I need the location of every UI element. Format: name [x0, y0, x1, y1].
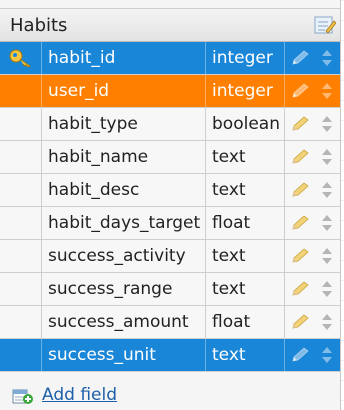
field-key-cell — [0, 42, 42, 74]
move-field-handle[interactable] — [315, 174, 340, 206]
edit-field-button[interactable] — [285, 174, 315, 206]
pencil-icon — [292, 149, 309, 164]
up-down-arrows-icon — [322, 248, 332, 264]
field-row[interactable]: user_id integer — [0, 75, 340, 108]
field-row[interactable]: habit_name text — [0, 141, 340, 174]
field-key-cell — [0, 108, 42, 140]
edit-field-button[interactable] — [285, 306, 315, 338]
up-down-arrows-icon — [322, 347, 332, 363]
field-type[interactable]: text — [206, 174, 285, 206]
field-key-cell — [0, 174, 42, 206]
field-row[interactable]: success_range text — [0, 273, 340, 306]
move-field-handle[interactable] — [315, 207, 340, 239]
table-title: Habits — [10, 15, 68, 36]
pencil-icon — [292, 182, 309, 197]
field-key-cell — [0, 207, 42, 239]
move-field-handle[interactable] — [315, 75, 340, 107]
up-down-arrows-icon — [322, 149, 332, 165]
edit-field-button[interactable] — [285, 339, 315, 371]
up-down-arrows-icon — [322, 215, 332, 231]
field-type[interactable]: text — [206, 273, 285, 305]
field-name[interactable]: success_amount — [42, 306, 206, 338]
field-type[interactable]: text — [206, 141, 285, 173]
field-name[interactable]: habit_name — [42, 141, 206, 173]
edit-field-button[interactable] — [285, 141, 315, 173]
field-row[interactable]: success_unit text — [0, 339, 340, 372]
field-type[interactable]: float — [206, 207, 285, 239]
field-name[interactable]: habit_days_target — [42, 207, 206, 239]
move-field-handle[interactable] — [315, 108, 340, 140]
field-key-cell — [0, 75, 42, 107]
field-type[interactable]: text — [206, 240, 285, 272]
pencil-icon — [292, 215, 309, 230]
pencil-icon — [292, 248, 309, 263]
table-card: Habits habit_id integer user_id integer habi… — [0, 0, 341, 410]
move-field-handle[interactable] — [315, 42, 340, 74]
field-row[interactable]: habit_id integer — [0, 42, 340, 75]
move-field-handle[interactable] — [315, 240, 340, 272]
add-field-icon — [12, 389, 33, 404]
up-down-arrows-icon — [322, 314, 332, 330]
field-key-cell — [0, 306, 42, 338]
field-type[interactable]: float — [206, 306, 285, 338]
field-list: habit_id integer user_id integer habit_type b… — [0, 42, 340, 372]
pencil-icon — [292, 281, 309, 296]
pencil-icon — [292, 50, 309, 65]
add-field-label: Add field — [42, 385, 117, 405]
up-down-arrows-icon — [322, 182, 332, 198]
move-field-handle[interactable] — [315, 306, 340, 338]
field-row[interactable]: success_activity text — [0, 240, 340, 273]
move-field-handle[interactable] — [315, 141, 340, 173]
edit-field-button[interactable] — [285, 273, 315, 305]
table-title-bar[interactable]: Habits — [0, 8, 340, 42]
up-down-arrows-icon — [322, 50, 332, 66]
field-type[interactable]: integer — [206, 42, 285, 74]
move-field-handle[interactable] — [315, 339, 340, 371]
up-down-arrows-icon — [322, 116, 332, 132]
pencil-icon — [292, 83, 309, 98]
edit-table-icon[interactable] — [314, 15, 336, 35]
field-key-cell — [0, 141, 42, 173]
up-down-arrows-icon — [322, 83, 332, 99]
field-name[interactable]: user_id — [42, 75, 206, 107]
edit-field-button[interactable] — [285, 207, 315, 239]
field-name[interactable]: habit_type — [42, 108, 206, 140]
field-key-cell — [0, 339, 42, 371]
pencil-icon — [292, 347, 309, 362]
edit-field-button[interactable] — [285, 240, 315, 272]
field-type[interactable]: text — [206, 339, 285, 371]
edit-field-button[interactable] — [285, 75, 315, 107]
field-row[interactable]: habit_type boolean — [0, 108, 340, 141]
field-row[interactable]: habit_days_target float — [0, 207, 340, 240]
field-type[interactable]: boolean — [206, 108, 285, 140]
pencil-icon — [292, 314, 309, 329]
field-name[interactable]: habit_desc — [42, 174, 206, 206]
edit-field-button[interactable] — [285, 108, 315, 140]
field-key-cell — [0, 273, 42, 305]
pencil-icon — [292, 116, 309, 131]
field-name[interactable]: success_activity — [42, 240, 206, 272]
field-row[interactable]: habit_desc text — [0, 174, 340, 207]
edit-field-button[interactable] — [285, 42, 315, 74]
field-name[interactable]: success_range — [42, 273, 206, 305]
key-icon — [9, 49, 31, 68]
move-field-handle[interactable] — [315, 273, 340, 305]
field-key-cell — [0, 240, 42, 272]
field-name[interactable]: success_unit — [42, 339, 206, 371]
field-row[interactable]: success_amount float — [0, 306, 340, 339]
up-down-arrows-icon — [322, 281, 332, 297]
field-type[interactable]: integer — [206, 75, 285, 107]
field-name[interactable]: habit_id — [42, 42, 206, 74]
